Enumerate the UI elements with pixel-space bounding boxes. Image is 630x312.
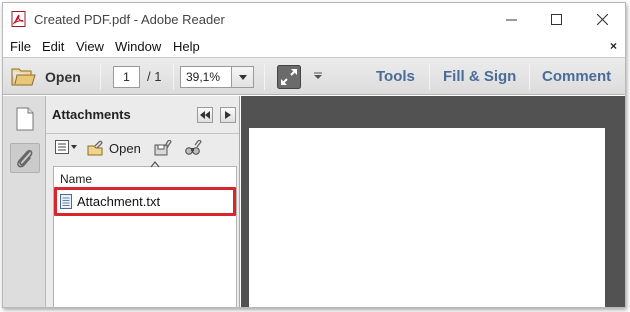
open-label: Open — [45, 69, 81, 85]
open-attachment-button[interactable]: Open — [86, 140, 141, 156]
column-header-name[interactable]: Name — [54, 167, 236, 188]
main-toolbar: Open 1 / 1 39,1% Tools Fill & Sign Comme… — [3, 57, 625, 95]
page-total: / 1 — [147, 69, 162, 84]
page-thumbnails-button[interactable] — [10, 104, 40, 134]
toolbar-separator — [429, 64, 430, 90]
minimize-icon — [505, 19, 517, 20]
panel-options-button[interactable] — [220, 107, 236, 123]
menu-bar: File Edit View Window Help × — [3, 35, 625, 57]
options-button[interactable] — [55, 140, 79, 154]
right-arrow-icon — [225, 111, 231, 119]
document-close-button[interactable]: × — [610, 39, 617, 53]
attachment-row[interactable]: Attachment.txt — [54, 187, 236, 216]
attachments-panel: Attachments Open Name Attachment.txt — [46, 96, 240, 307]
double-left-arrow-icon — [200, 111, 210, 119]
open-button[interactable]: Open — [11, 65, 81, 89]
chevron-down-icon — [238, 74, 247, 80]
pdf-app-icon — [11, 11, 26, 27]
highlight-box — [54, 187, 236, 216]
save-attachment-icon[interactable] — [154, 140, 172, 156]
tab-comment[interactable]: Comment — [542, 68, 611, 85]
zoom-input[interactable]: 39,1% — [180, 66, 232, 88]
fullscreen-icon[interactable] — [277, 65, 301, 89]
menu-window[interactable]: Window — [115, 39, 161, 54]
title-bar: Created PDF.pdf - Adobe Reader — [3, 3, 625, 35]
maximize-icon — [550, 13, 562, 25]
menu-view[interactable]: View — [76, 39, 104, 54]
attachments-list: Name Attachment.txt — [53, 161, 237, 307]
maximize-button[interactable] — [533, 3, 579, 35]
column-header-label: Name — [60, 172, 93, 186]
document-view[interactable] — [241, 96, 625, 307]
menu-edit[interactable]: Edit — [42, 39, 64, 54]
tab-fill-sign[interactable]: Fill & Sign — [443, 68, 516, 85]
zoom-dropdown-button[interactable] — [232, 66, 254, 88]
page-number-input[interactable]: 1 — [113, 66, 140, 88]
app-window: Created PDF.pdf - Adobe Reader File Edit… — [2, 2, 626, 308]
pages-icon — [16, 107, 34, 131]
more-tools-icon[interactable] — [313, 72, 323, 80]
tab-tools[interactable]: Tools — [376, 68, 415, 85]
attachment-open-icon — [87, 140, 103, 156]
paperclip-icon — [17, 149, 33, 168]
panel-divider — [46, 133, 239, 134]
collapse-panel-button[interactable] — [197, 107, 213, 123]
close-button[interactable] — [579, 3, 625, 35]
toolbar-separator — [173, 64, 174, 90]
open-attachment-label: Open — [109, 140, 141, 156]
vertical-scrollbar[interactable] — [610, 96, 625, 307]
panel-title: Attachments — [52, 107, 131, 122]
attachments-button[interactable] — [10, 143, 40, 173]
minimize-button[interactable] — [488, 3, 534, 35]
menu-help[interactable]: Help — [173, 39, 200, 54]
toolbar-separator — [529, 64, 530, 90]
search-attachment-icon[interactable] — [185, 140, 203, 156]
toolbar-separator — [100, 64, 101, 90]
attachments-toolbar: Open — [46, 136, 239, 162]
close-icon — [596, 13, 608, 25]
options-icon — [55, 140, 77, 154]
folder-open-icon — [11, 68, 36, 86]
menu-file[interactable]: File — [10, 39, 31, 54]
document-page — [249, 128, 605, 307]
navigation-pane — [3, 96, 46, 307]
window-title: Created PDF.pdf - Adobe Reader — [34, 12, 225, 27]
toolbar-separator — [264, 64, 265, 90]
